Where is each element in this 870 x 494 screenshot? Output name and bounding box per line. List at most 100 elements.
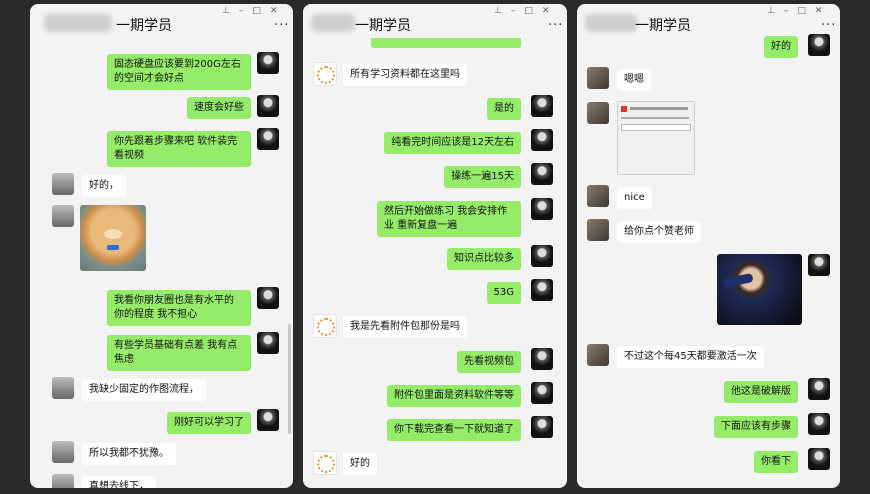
- message-bubble[interactable]: 附件包里面是资料软件等等: [387, 385, 521, 407]
- minimize-icon[interactable]: –: [239, 6, 244, 16]
- pointing-man-photo[interactable]: [717, 254, 802, 325]
- blurred-group-name: [585, 14, 637, 32]
- pin-icon[interactable]: ⊥: [222, 6, 230, 16]
- message-bubble[interactable]: 真想去线下，: [82, 476, 156, 488]
- chat-header: 一期学员 ⊥ – □ ✕ ···: [30, 4, 293, 37]
- sticker-face: [104, 229, 122, 239]
- chat-window-3: 一期学员 ⊥ – □ ✕ ··· 好的 嗯嗯 nice 给你点个赞老师 不过这个每45…: [577, 4, 840, 488]
- avatar[interactable]: [531, 95, 553, 117]
- avatar[interactable]: [587, 185, 609, 207]
- avatar[interactable]: [531, 279, 553, 301]
- avatar[interactable]: [531, 416, 553, 438]
- maximize-icon[interactable]: □: [797, 6, 806, 16]
- message-bubble[interactable]: 我是先看附件包那份是吗: [343, 316, 467, 338]
- dialog-title-bar: [630, 107, 688, 110]
- message-bubble[interactable]: 刚好可以学习了: [167, 412, 251, 434]
- scrollbar[interactable]: [288, 324, 291, 434]
- message-bubble[interactable]: 所有学习资料都在这里吗: [343, 64, 467, 86]
- message-bubble[interactable]: 你看下: [754, 451, 798, 473]
- window-controls: ⊥ – □ ✕: [485, 6, 549, 16]
- avatar[interactable]: [808, 448, 830, 470]
- minimize-icon[interactable]: –: [511, 6, 516, 16]
- chat-title[interactable]: 一期学员: [635, 15, 691, 35]
- message-bubble[interactable]: 你下载完查看一下就知道了: [387, 419, 521, 441]
- message-bubble[interactable]: 知识点比较多: [447, 248, 521, 270]
- message-bubble[interactable]: nice: [617, 187, 652, 209]
- avatar[interactable]: [313, 62, 337, 86]
- message-bubble[interactable]: 纯看完时间应该是12天左右: [384, 132, 521, 154]
- message-bubble[interactable]: 嗯嗯: [617, 69, 651, 91]
- chat-window-1: 一期学员 ⊥ – □ ✕ ··· 固态硬盘应该要到200G左右的空间才会好点 速度会好…: [30, 4, 293, 488]
- avatar[interactable]: [257, 409, 279, 431]
- avatar[interactable]: [808, 34, 830, 56]
- avatar[interactable]: [587, 67, 609, 89]
- minimize-icon[interactable]: –: [784, 6, 789, 16]
- chat-title[interactable]: 一期学员: [116, 15, 172, 35]
- dialog-text-line: [621, 117, 689, 119]
- chat-header: 一期学员 ⊥ – □ ✕ ···: [577, 4, 840, 37]
- message-bubble[interactable]: 先看视频包: [457, 351, 521, 373]
- close-icon[interactable]: ✕: [815, 6, 823, 16]
- close-icon[interactable]: ✕: [542, 6, 550, 16]
- message-bubble[interactable]: 是的: [487, 98, 521, 120]
- message-bubble[interactable]: 下面应该有步骤: [714, 416, 798, 438]
- avatar[interactable]: [587, 219, 609, 241]
- message-bubble[interactable]: 速度会好些: [187, 97, 251, 119]
- message-bubble[interactable]: 然后开始做练习 我会安排作业 重新复盘一遍: [377, 201, 521, 237]
- avatar[interactable]: [52, 474, 74, 488]
- message-bubble[interactable]: 我缺少固定的作图流程，: [82, 379, 206, 401]
- close-icon[interactable]: ✕: [270, 6, 278, 16]
- avatar[interactable]: [257, 95, 279, 117]
- message-bubble[interactable]: 好的: [343, 453, 377, 475]
- message-bubble[interactable]: 我看你朋友圈也是有水平的 你的程度 我不担心: [107, 290, 251, 326]
- maximize-icon[interactable]: □: [252, 6, 261, 16]
- message-bubble[interactable]: 给你点个赞老师: [617, 221, 701, 243]
- avatar[interactable]: [257, 128, 279, 150]
- bow-tie-icon: [107, 245, 119, 250]
- message-bubble[interactable]: 53G: [486, 282, 521, 304]
- avatar[interactable]: [531, 382, 553, 404]
- avatar[interactable]: [257, 52, 279, 74]
- bear-sticker[interactable]: [80, 205, 146, 271]
- avatar[interactable]: [52, 205, 74, 227]
- message-bubble[interactable]: 好的: [764, 36, 798, 58]
- avatar[interactable]: [531, 198, 553, 220]
- avatar[interactable]: [52, 173, 74, 195]
- avatar[interactable]: [587, 344, 609, 366]
- activation-dialog-screenshot[interactable]: [617, 101, 695, 175]
- chat-title[interactable]: 一期学员: [355, 15, 411, 35]
- chat-window-2: 一期学员 ⊥ – □ ✕ ··· 所有学习资料都在这里吗 是的 纯看完时间应该是12天…: [303, 4, 567, 488]
- message-bubble[interactable]: 操练一遍15天: [444, 166, 521, 188]
- avatar[interactable]: [808, 378, 830, 400]
- pin-icon[interactable]: ⊥: [494, 6, 502, 16]
- blurred-group-name: [44, 14, 112, 32]
- message-bubble[interactable]: 不过这个每45天都要激活一次: [617, 346, 764, 368]
- avatar[interactable]: [531, 245, 553, 267]
- previous-message-bubble[interactable]: [371, 38, 521, 48]
- message-bubble[interactable]: 好的，: [82, 175, 126, 197]
- pin-icon[interactable]: ⊥: [767, 6, 775, 16]
- avatar[interactable]: [257, 332, 279, 354]
- avatar[interactable]: [257, 287, 279, 309]
- maximize-icon[interactable]: □: [524, 6, 533, 16]
- avatar[interactable]: [52, 377, 74, 399]
- avatar[interactable]: [587, 102, 609, 124]
- message-bubble[interactable]: 他这是破解版: [724, 381, 798, 403]
- message-bubble[interactable]: 你先跟着步骤来吧 软件装完 看视频: [107, 131, 251, 167]
- avatar[interactable]: [531, 348, 553, 370]
- avatar[interactable]: [808, 254, 830, 276]
- avatar[interactable]: [52, 441, 74, 463]
- window-controls: ⊥ – □ ✕: [213, 6, 277, 16]
- message-bubble[interactable]: 所以我都不犹豫。: [82, 443, 176, 465]
- avatar[interactable]: [531, 163, 553, 185]
- avatar[interactable]: [313, 451, 337, 475]
- message-bubble[interactable]: 有些学员基础有点差 我有点焦虑: [107, 335, 251, 371]
- avatar[interactable]: [313, 314, 337, 338]
- message-bubble[interactable]: 固态硬盘应该要到200G左右的空间才会好点: [107, 54, 251, 90]
- chat-header: 一期学员 ⊥ – □ ✕ ···: [303, 4, 567, 37]
- more-options-icon[interactable]: ···: [821, 18, 836, 33]
- avatar[interactable]: [808, 413, 830, 435]
- more-options-icon[interactable]: ···: [548, 18, 563, 33]
- more-options-icon[interactable]: ···: [274, 18, 289, 33]
- avatar[interactable]: [531, 129, 553, 151]
